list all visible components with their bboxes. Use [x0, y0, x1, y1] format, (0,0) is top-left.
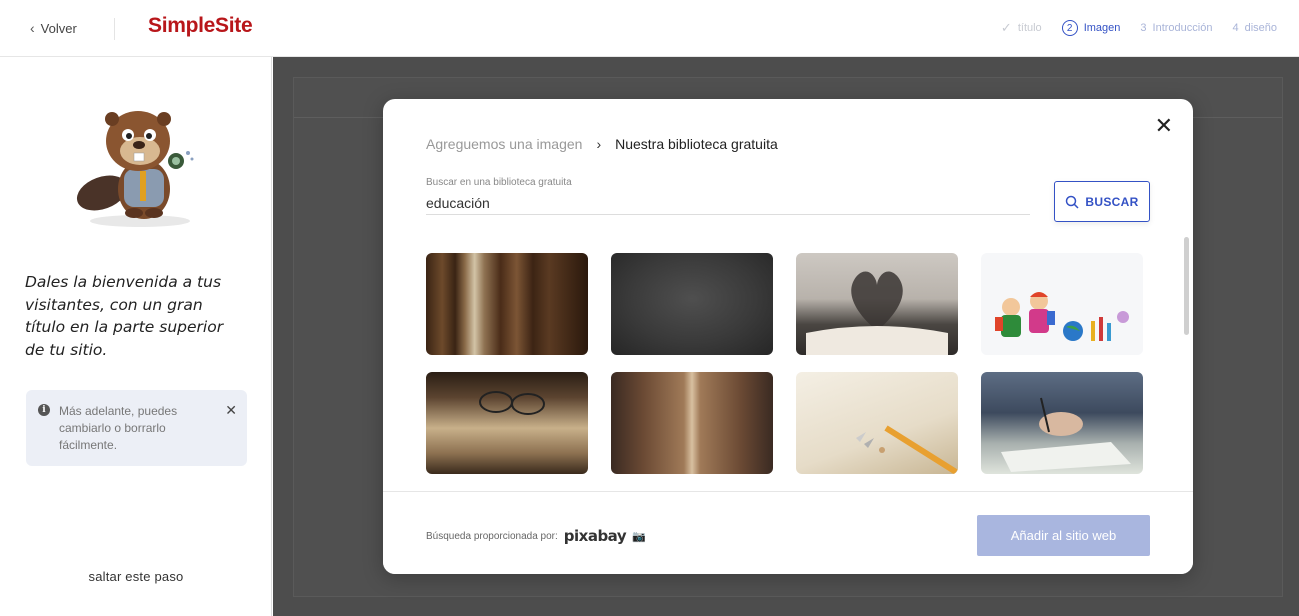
hand-writing-graphic	[1001, 397, 1131, 472]
powered-by-label: Búsqueda proporcionada por:	[426, 530, 558, 542]
breadcrumb-current: Nuestra biblioteca gratuita	[615, 136, 778, 152]
old-books-image[interactable]	[426, 253, 588, 355]
modal-footer: Búsqueda proporcionada por: pixabay 📷 Añ…	[383, 491, 1193, 574]
chalkboard-image[interactable]	[611, 253, 773, 355]
step-introduccion[interactable]: 3 Introducción	[1140, 22, 1212, 34]
skip-step-link[interactable]: saltar este paso	[0, 569, 272, 584]
search-button-label: BUSCAR	[1085, 194, 1139, 209]
step-number: 3	[1140, 22, 1147, 34]
notebook-pencil-image[interactable]	[796, 372, 958, 474]
glasses-graphic	[479, 391, 545, 415]
tip-text: Más adelante, puedes cambiarlo o borrarl…	[59, 404, 178, 452]
breadcrumb: Agreguemos una imagen › Nuestra bibliote…	[426, 136, 778, 152]
powered-by: Búsqueda proporcionada por: pixabay 📷	[426, 527, 646, 545]
step-number-circle: 2	[1061, 20, 1078, 36]
close-icon[interactable]: ✕	[1155, 113, 1173, 139]
heart-pages-graphic	[806, 271, 948, 355]
step-titulo[interactable]: ✓ título	[1001, 20, 1042, 36]
welcome-text: Dales la bienvenida a tus visitantes, co…	[25, 273, 224, 359]
school-kids-illustration-image[interactable]	[981, 253, 1143, 355]
library-shelves-image[interactable]	[611, 372, 773, 474]
info-icon: i	[38, 404, 50, 416]
chevron-right-icon: ›	[596, 136, 602, 152]
tip-box: i Más adelante, puedes cambiarlo o borra…	[26, 390, 247, 466]
step-label: Imagen	[1083, 22, 1121, 34]
check-icon: ✓	[1000, 20, 1012, 35]
step-imagen[interactable]: 2 Imagen	[1061, 20, 1121, 36]
search-label: Buscar en una biblioteca gratuita	[426, 177, 572, 188]
logo[interactable]: SimpleSite	[148, 14, 253, 38]
search-button[interactable]: BUSCAR	[1054, 181, 1150, 222]
image-grid	[426, 253, 1145, 474]
chevron-left-icon: ‹	[30, 20, 35, 36]
step-label: título	[1017, 22, 1042, 34]
pixabay-logo[interactable]: pixabay	[564, 527, 627, 545]
heart-book-pages-image[interactable]	[796, 253, 958, 355]
step-diseno[interactable]: 4 diseño	[1232, 22, 1277, 34]
open-book-glasses-image[interactable]	[426, 372, 588, 474]
hand-writing-image[interactable]	[981, 372, 1143, 474]
breadcrumb-prev[interactable]: Agreguemos una imagen	[426, 136, 582, 152]
scrollbar[interactable]	[1184, 237, 1189, 335]
header-divider	[114, 18, 115, 40]
step-label: diseño	[1244, 22, 1277, 34]
camera-icon: 📷	[632, 530, 646, 543]
search-icon	[1066, 195, 1079, 209]
image-library-modal: ✕ Agreguemos una imagen › Nuestra biblio…	[383, 99, 1193, 574]
close-icon[interactable]: ✕	[225, 402, 237, 419]
beaver-mascot-icon	[76, 111, 194, 227]
step-label: Introducción	[1152, 22, 1213, 34]
search-input[interactable]	[426, 191, 1030, 215]
step-number: 4	[1232, 22, 1239, 34]
pencil-graphic	[856, 425, 958, 474]
add-to-site-button[interactable]: Añadir al sitio web	[977, 515, 1150, 556]
top-bar: ‹ Volver SimpleSite ✓ título 2 Imagen 3 …	[0, 0, 1299, 57]
left-panel: Dales la bienvenida a tus visitantes, co…	[0, 57, 272, 616]
kids-illustration-graphic	[981, 292, 1143, 355]
back-button[interactable]: ‹ Volver	[30, 20, 77, 36]
back-label: Volver	[40, 20, 77, 36]
wizard-steps: ✓ título 2 Imagen 3 Introducción 4 diseñ…	[1001, 20, 1277, 36]
